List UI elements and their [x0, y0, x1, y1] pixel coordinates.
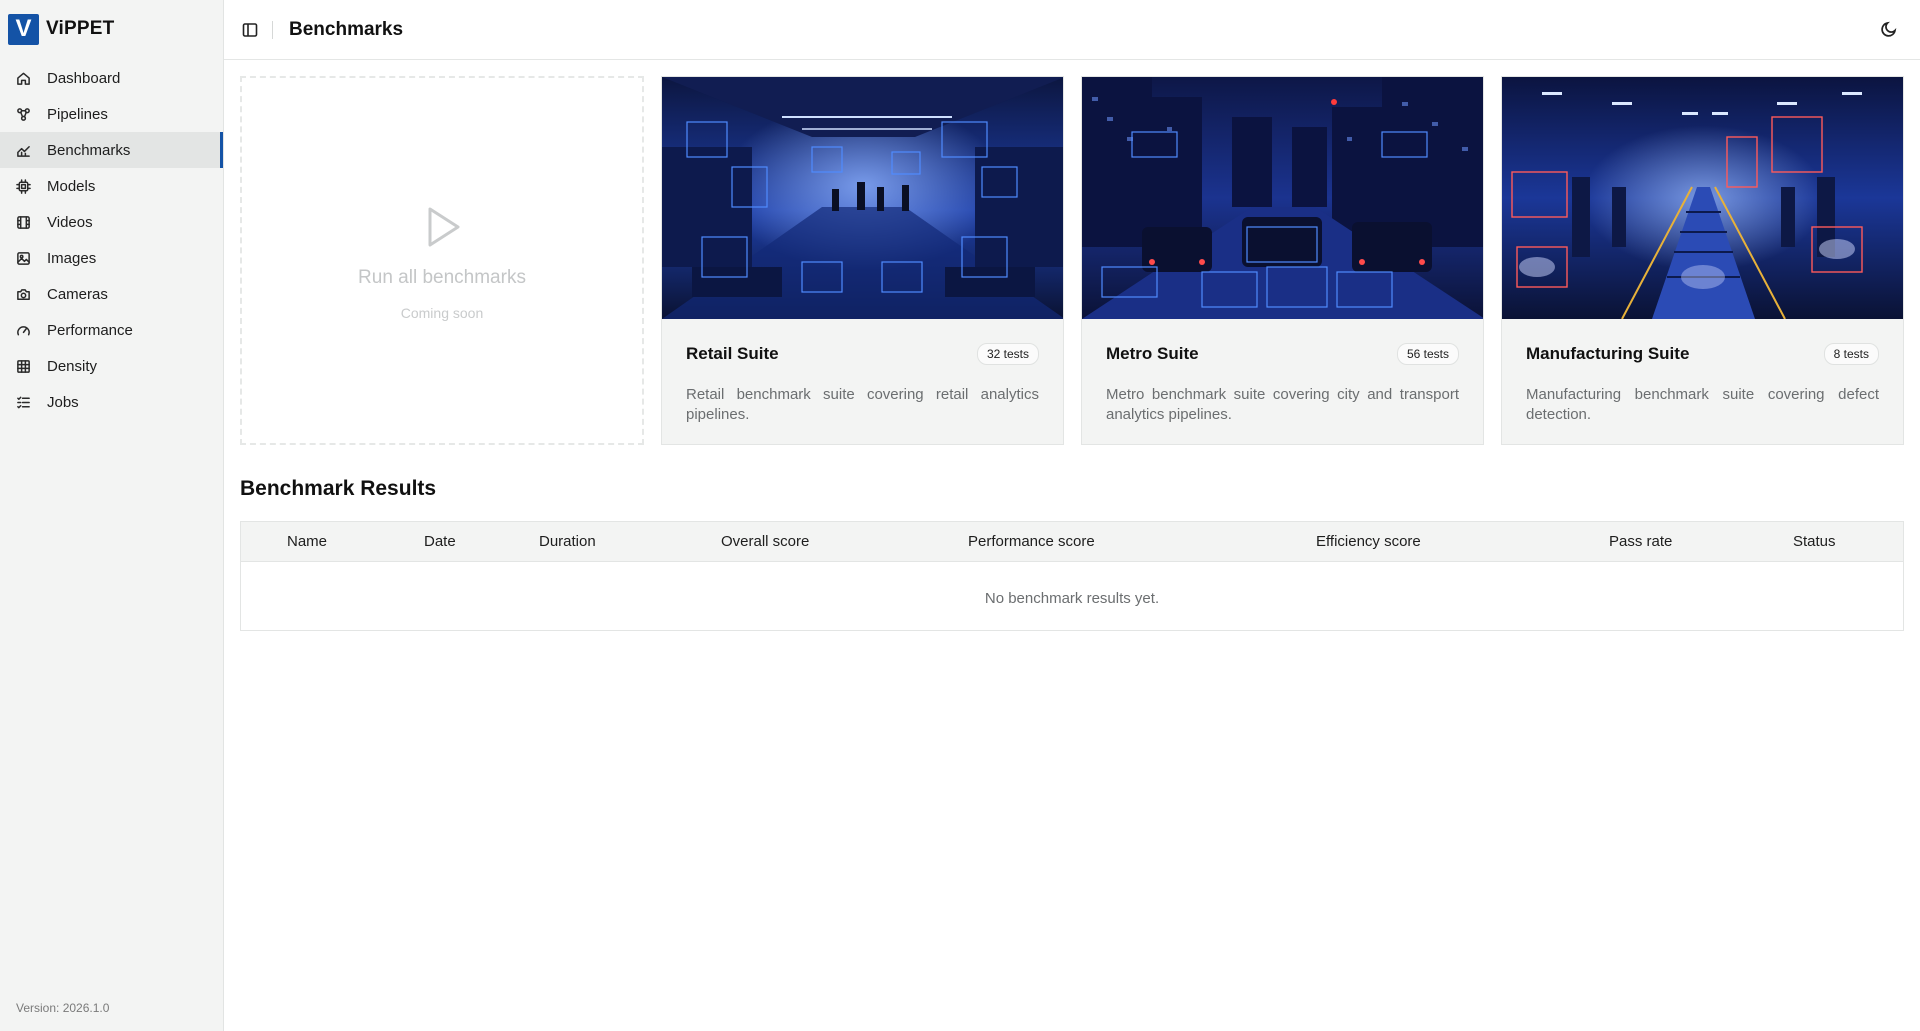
- sidebar-item-pipelines[interactable]: Pipelines: [0, 96, 223, 132]
- manufacturing-suite-card[interactable]: Manufacturing Suite 8 tests Manufacturin…: [1501, 76, 1904, 445]
- column-header-efficiency-score[interactable]: Efficiency score: [1316, 533, 1421, 550]
- retail-store-image: [662, 77, 1063, 319]
- panel-left-icon: [242, 22, 258, 37]
- image-icon: [16, 251, 31, 266]
- column-header-pass-rate[interactable]: Pass rate: [1609, 533, 1672, 550]
- benchmark-results-table: Name Date Duration Overall score Perform…: [240, 521, 1904, 631]
- sidebar-item-label: Images: [47, 249, 97, 267]
- column-header-name[interactable]: Name: [287, 533, 327, 550]
- grid-icon: [16, 359, 31, 374]
- retail-suite-card[interactable]: Retail Suite 32 tests Retail benchmark s…: [661, 76, 1064, 445]
- theme-toggle-button[interactable]: [1880, 20, 1898, 38]
- app-name: ViPPET: [46, 18, 115, 39]
- suite-description: Metro benchmark suite covering city and …: [1106, 386, 1459, 423]
- sidebar-item-cameras[interactable]: Cameras: [0, 276, 223, 312]
- film-icon: [16, 215, 31, 230]
- suite-name: Manufacturing Suite: [1526, 344, 1690, 363]
- column-header-performance-score[interactable]: Performance score: [968, 533, 1095, 550]
- chart-line-icon: [16, 143, 31, 158]
- table-header-row: Name Date Duration Overall score Perform…: [241, 522, 1903, 562]
- sidebar-item-label: Benchmarks: [47, 141, 131, 159]
- camera-icon: [16, 287, 31, 302]
- app-logo: V: [8, 13, 39, 45]
- empty-results-message: No benchmark results yet.: [984, 590, 1160, 607]
- sidebar-item-videos[interactable]: Videos: [0, 204, 223, 240]
- suite-card-body: Metro Suite 56 tests Metro benchmark sui…: [1082, 319, 1483, 425]
- column-header-date[interactable]: Date: [424, 533, 456, 550]
- sidebar-item-images[interactable]: Images: [0, 240, 223, 276]
- test-count-badge: 32 tests: [976, 343, 1039, 365]
- sidebar-item-label: Models: [47, 177, 96, 195]
- column-header-overall-score[interactable]: Overall score: [721, 533, 809, 550]
- benchmark-cards: Run all benchmarks Coming soon Retail Su…: [240, 76, 1904, 445]
- factory-line-image: [1502, 77, 1903, 319]
- sidebar-item-label: Pipelines: [47, 105, 108, 123]
- suite-name: Metro Suite: [1106, 344, 1199, 363]
- pipeline-icon: [16, 107, 31, 122]
- suite-name: Retail Suite: [686, 344, 779, 363]
- home-icon: [16, 71, 31, 86]
- column-header-duration[interactable]: Duration: [539, 533, 596, 550]
- sidebar-item-label: Dashboard: [47, 69, 121, 87]
- test-count-badge: 56 tests: [1396, 343, 1459, 365]
- chip-icon: [16, 178, 31, 194]
- sidebar-item-performance[interactable]: Performance: [0, 312, 223, 348]
- sidebar-item-label: Videos: [47, 213, 93, 231]
- version-label: Version: 2026.1.0: [16, 1001, 110, 1015]
- column-header-status[interactable]: Status: [1793, 533, 1836, 550]
- sidebar: V ViPPET Dashboard Pipelines Benchmarks …: [0, 0, 224, 1031]
- moon-icon: [1881, 21, 1897, 37]
- sidebar-item-models[interactable]: Models: [0, 168, 223, 204]
- sidebar-item-label: Performance: [47, 321, 133, 339]
- header-divider: [272, 20, 273, 39]
- run-all-title: Run all benchmarks: [358, 267, 526, 288]
- coming-soon-label: Coming soon: [400, 305, 484, 321]
- page-title: Benchmarks: [289, 18, 404, 40]
- run-all-benchmarks-card: Run all benchmarks Coming soon: [240, 76, 644, 445]
- test-count-badge: 8 tests: [1823, 343, 1879, 365]
- brand[interactable]: V ViPPET: [0, 0, 223, 58]
- sidebar-item-density[interactable]: Density: [0, 348, 223, 384]
- results-title: Benchmark Results: [240, 477, 437, 500]
- suite-card-body: Manufacturing Suite 8 tests Manufacturin…: [1502, 319, 1903, 425]
- suite-card-body: Retail Suite 32 tests Retail benchmark s…: [662, 319, 1063, 425]
- sidebar-toggle-button[interactable]: [240, 20, 260, 40]
- gauge-icon: [16, 323, 31, 338]
- metro-suite-card[interactable]: Metro Suite 56 tests Metro benchmark sui…: [1081, 76, 1484, 445]
- sidebar-item-benchmarks[interactable]: Benchmarks: [0, 132, 223, 168]
- list-checks-icon: [16, 395, 31, 410]
- suite-description: Retail benchmark suite covering retail a…: [686, 386, 1039, 423]
- play-icon: [420, 204, 464, 255]
- sidebar-item-label: Density: [47, 357, 98, 375]
- sidebar-item-jobs[interactable]: Jobs: [0, 384, 223, 420]
- suite-description: Manufacturing benchmark suite covering d…: [1526, 386, 1879, 423]
- sidebar-item-dashboard[interactable]: Dashboard: [0, 60, 223, 96]
- city-street-image: [1082, 77, 1483, 319]
- sidebar-nav: Dashboard Pipelines Benchmarks Models Vi…: [0, 60, 223, 420]
- top-bar: Benchmarks: [224, 0, 1920, 60]
- sidebar-item-label: Jobs: [47, 393, 79, 411]
- sidebar-item-label: Cameras: [47, 285, 108, 303]
